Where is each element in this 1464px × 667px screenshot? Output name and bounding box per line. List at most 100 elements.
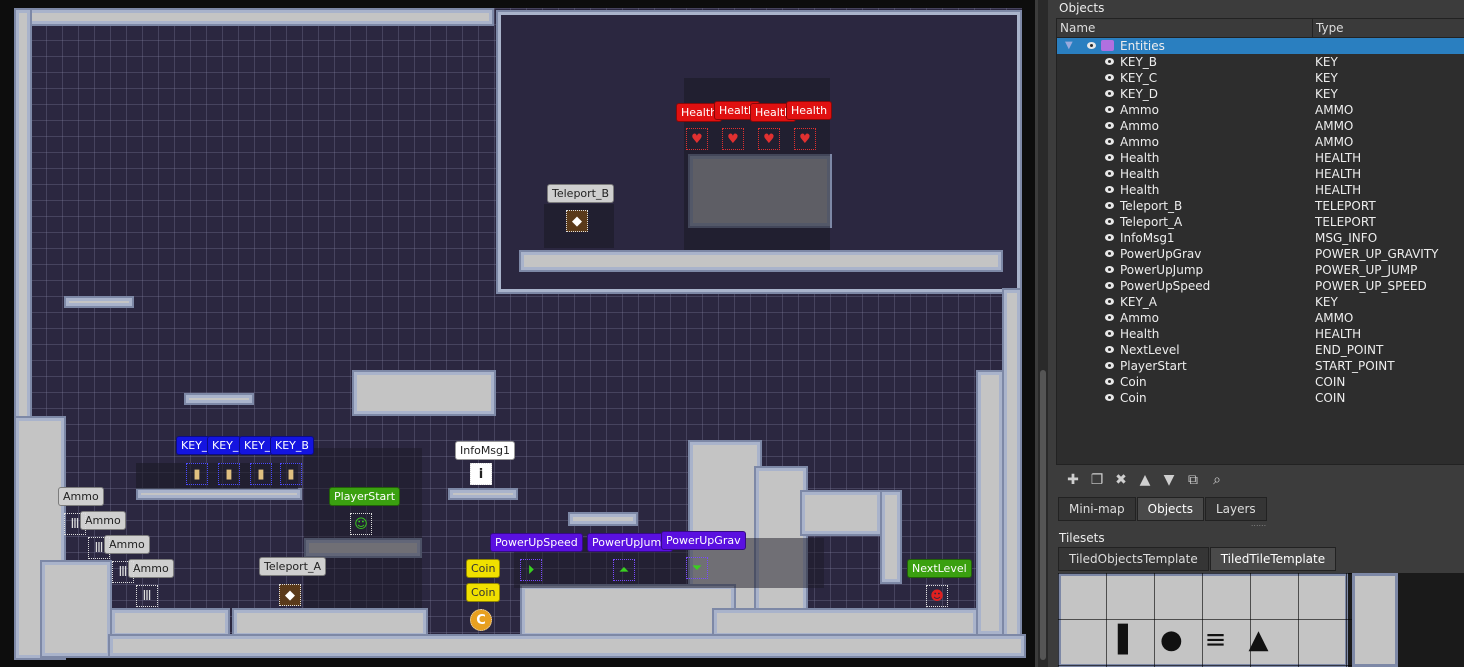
visibility-eye-icon[interactable] <box>1105 314 1114 321</box>
map-vertical-scrollbar[interactable] <box>1038 0 1048 667</box>
visibility-eye-icon[interactable] <box>1105 90 1114 97</box>
ammo-tag-3[interactable]: Ammo <box>104 535 150 554</box>
duplicate-icon[interactable]: ❐ <box>1088 471 1106 489</box>
visibility-eye-icon[interactable] <box>1105 154 1114 161</box>
powerupspeed-tag[interactable]: PowerUpSpeed <box>490 533 583 552</box>
object-row[interactable]: Ammo AMMO <box>1057 102 1464 118</box>
visibility-eye-icon[interactable] <box>1105 218 1114 225</box>
coin-tag-1[interactable]: Coin <box>466 559 501 578</box>
visibility-eye-icon[interactable] <box>1105 106 1114 113</box>
tab-objects[interactable]: Objects <box>1136 497 1204 521</box>
tab-minimap[interactable]: Mini-map <box>1058 497 1136 521</box>
health-tag-4[interactable]: Health <box>786 101 833 120</box>
tab-tiledtiletemplate[interactable]: TiledTileTemplate <box>1209 547 1337 571</box>
ammo-icon[interactable]: Ⅲ <box>64 513 86 535</box>
visibility-eye-icon[interactable] <box>1105 234 1114 241</box>
visibility-eye-icon[interactable] <box>1105 170 1114 177</box>
object-row[interactable]: KEY_D KEY <box>1057 86 1464 102</box>
objects-table[interactable]: Name Type ▼ Entities KEY_B KEY KEY_C KEY KEY… <box>1056 18 1464 465</box>
player-start-icon[interactable]: ☺ <box>350 513 372 535</box>
teleport-b-tag[interactable]: Teleport_B <box>547 184 615 203</box>
visibility-eye-icon[interactable] <box>1105 74 1114 81</box>
object-row[interactable]: KEY_B KEY <box>1057 54 1464 70</box>
heart-icon[interactable]: ♥ <box>722 128 744 150</box>
move-down-icon[interactable]: ▼ <box>1160 471 1178 489</box>
expand-arrow-icon[interactable]: ▼ <box>1065 38 1073 54</box>
visibility-eye-icon[interactable] <box>1105 362 1114 369</box>
nextlevel-tag[interactable]: NextLevel <box>907 559 972 578</box>
coin-tag-2[interactable]: Coin <box>466 583 501 602</box>
object-row[interactable]: Coin COIN <box>1057 374 1464 390</box>
object-row[interactable]: PowerUpGrav POWER_UP_GRAVITY <box>1057 246 1464 262</box>
new-object-icon[interactable]: ✚ <box>1064 471 1082 489</box>
object-row[interactable]: Health HEALTH <box>1057 166 1464 182</box>
splitter-handle[interactable]: ...... <box>1053 520 1464 528</box>
visibility-eye-icon[interactable] <box>1105 378 1114 385</box>
key-tag-4[interactable]: KEY_B <box>270 436 314 455</box>
visibility-eye-icon[interactable] <box>1105 250 1114 257</box>
info-icon[interactable]: i <box>470 463 492 485</box>
object-row[interactable]: KEY_A KEY <box>1057 294 1464 310</box>
visibility-eye-icon[interactable] <box>1105 202 1114 209</box>
move-to-layer-icon[interactable]: ⧉ <box>1184 471 1202 489</box>
speed-boot-icon[interactable]: ⏵ <box>520 559 542 581</box>
column-header-type[interactable]: Type <box>1313 19 1344 37</box>
properties-icon[interactable]: ⌕ <box>1208 471 1226 489</box>
key-tag-1[interactable]: KEY_/ <box>176 436 210 455</box>
delete-icon[interactable]: ✖ <box>1112 471 1130 489</box>
teleport-icon[interactable]: ◆ <box>279 584 301 606</box>
object-row[interactable]: InfoMsg1 MSG_INFO <box>1057 230 1464 246</box>
ammo-icon[interactable]: Ⅲ <box>136 585 158 607</box>
playerstart-tag[interactable]: PlayerStart <box>329 487 401 506</box>
object-row[interactable]: PowerUpSpeed POWER_UP_SPEED <box>1057 278 1464 294</box>
visibility-eye-icon[interactable] <box>1105 346 1114 353</box>
key-icon[interactable]: ▮ <box>218 463 240 485</box>
visibility-eye-icon[interactable] <box>1087 42 1096 49</box>
visibility-eye-icon[interactable] <box>1105 138 1114 145</box>
object-row[interactable]: Health HEALTH <box>1057 150 1464 166</box>
object-row[interactable]: Coin COIN <box>1057 390 1464 406</box>
key-icon[interactable]: ▮ <box>186 463 208 485</box>
teleport-a-tag[interactable]: Teleport_A <box>259 557 327 576</box>
key-icon[interactable]: ▮ <box>280 463 302 485</box>
key-icon[interactable]: ▮ <box>250 463 272 485</box>
column-header-name[interactable]: Name <box>1057 19 1313 37</box>
object-row[interactable]: Ammo AMMO <box>1057 310 1464 326</box>
object-row[interactable]: Teleport_B TELEPORT <box>1057 198 1464 214</box>
visibility-eye-icon[interactable] <box>1105 58 1114 65</box>
ammo-icon[interactable]: Ⅲ <box>112 561 134 583</box>
tab-tiledobjectstemplate[interactable]: TiledObjectsTemplate <box>1058 547 1209 571</box>
teleport-icon[interactable]: ◆ <box>566 210 588 232</box>
ammo-tag-4[interactable]: Ammo <box>128 559 174 578</box>
visibility-eye-icon[interactable] <box>1105 394 1114 401</box>
heart-icon[interactable]: ♥ <box>686 128 708 150</box>
visibility-eye-icon[interactable] <box>1105 122 1114 129</box>
object-row[interactable]: PowerUpJump POWER_UP_JUMP <box>1057 262 1464 278</box>
key-tag-2[interactable]: KEY_I <box>207 436 241 455</box>
heart-icon[interactable]: ♥ <box>758 128 780 150</box>
visibility-eye-icon[interactable] <box>1105 330 1114 337</box>
visibility-eye-icon[interactable] <box>1105 298 1114 305</box>
ammo-tag-2[interactable]: Ammo <box>80 511 126 530</box>
powerupgrav-tag[interactable]: PowerUpGrav <box>661 531 746 550</box>
object-row[interactable]: Teleport_A TELEPORT <box>1057 214 1464 230</box>
key-tag-3[interactable]: KEY_( <box>239 436 273 455</box>
jump-boot-icon[interactable]: ⏶ <box>613 559 635 581</box>
tab-layers[interactable]: Layers <box>1204 497 1267 521</box>
level-area[interactable]: Health Health Health Health ♥ ♥ ♥ ♥ Tele… <box>14 8 1026 660</box>
visibility-eye-icon[interactable] <box>1105 266 1114 273</box>
scrollbar-thumb[interactable] <box>1040 370 1046 660</box>
object-row[interactable]: Ammo AMMO <box>1057 134 1464 150</box>
object-row[interactable]: Ammo AMMO <box>1057 118 1464 134</box>
ammo-icon[interactable]: Ⅲ <box>88 537 110 559</box>
heart-icon[interactable]: ♥ <box>794 128 816 150</box>
visibility-eye-icon[interactable] <box>1105 282 1114 289</box>
object-row[interactable]: KEY_C KEY <box>1057 70 1464 86</box>
object-row[interactable]: NextLevel END_POINT <box>1057 342 1464 358</box>
object-row[interactable]: Health HEALTH <box>1057 182 1464 198</box>
move-up-icon[interactable]: ▲ <box>1136 471 1154 489</box>
infomsg-tag[interactable]: InfoMsg1 <box>455 441 516 460</box>
group-row-entities[interactable]: ▼ Entities <box>1057 38 1464 54</box>
visibility-eye-icon[interactable] <box>1105 186 1114 193</box>
map-canvas[interactable]: Health Health Health Health ♥ ♥ ♥ ♥ Tele… <box>0 0 1035 667</box>
